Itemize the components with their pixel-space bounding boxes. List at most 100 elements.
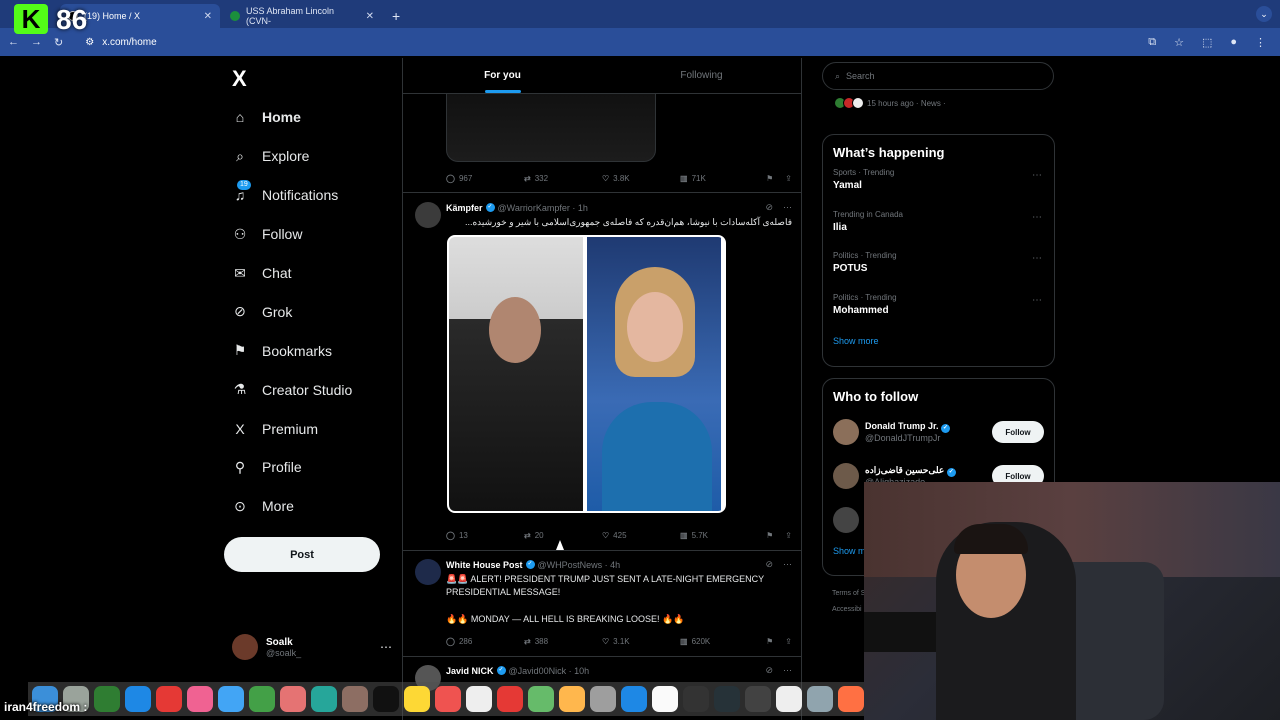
new-tab-button[interactable]: +	[384, 4, 408, 28]
views-button[interactable]: ▥ 71K	[680, 174, 760, 183]
music-icon[interactable]	[435, 686, 461, 712]
follow-button[interactable]: Follow	[992, 421, 1044, 443]
author-handle[interactable]: @WarriorKampfer · 1h	[498, 203, 588, 213]
news-item[interactable]: 15 hours ago · News ·	[834, 97, 946, 109]
avatar[interactable]	[415, 559, 441, 585]
utility-icon[interactable]	[807, 686, 833, 712]
avatar[interactable]	[833, 463, 859, 489]
sidebar-item-profile[interactable]: ⚲ Profile	[232, 448, 402, 487]
menu-kebab-icon[interactable]: ⋮	[1255, 36, 1266, 49]
app-store-icon[interactable]	[621, 686, 647, 712]
sidebar-item-notifications[interactable]: ♫ 19 Notifications	[232, 176, 402, 215]
reply-button[interactable]: ◯ 13	[446, 531, 524, 540]
notion-icon[interactable]	[652, 686, 678, 712]
apple-tv-icon[interactable]	[373, 686, 399, 712]
grok-icon[interactable]: ⊘	[765, 665, 773, 676]
search-input[interactable]: ⌕ Search	[822, 62, 1054, 90]
close-tab-icon[interactable]: ✕	[204, 11, 212, 22]
views-button[interactable]: ▥ 620K	[680, 637, 760, 646]
globe-app-icon[interactable]	[94, 686, 120, 712]
more-dots-icon[interactable]: ⋯	[783, 559, 792, 570]
mail-app-icon[interactable]	[218, 686, 244, 712]
like-button[interactable]: ♡ 3.8K	[602, 174, 680, 183]
author-handle[interactable]: @Javid00Nick · 10h	[509, 666, 590, 676]
previous-tweet-image[interactable]	[446, 94, 656, 162]
x-logo[interactable]: X	[232, 66, 247, 92]
views-button[interactable]: ▥ 5.7K	[680, 531, 760, 540]
show-more-link[interactable]: Show more	[823, 332, 1054, 350]
pages-icon[interactable]	[559, 686, 585, 712]
activity-monitor-icon[interactable]	[714, 686, 740, 712]
facetime-icon[interactable]	[249, 686, 275, 712]
more-dots-icon[interactable]: ⋯	[380, 640, 392, 654]
post-button[interactable]: Post	[224, 537, 380, 572]
share-icon[interactable]: ⇪	[785, 531, 792, 540]
chrome-icon[interactable]	[156, 686, 182, 712]
repost-button[interactable]: ⇄ 388	[524, 637, 602, 646]
tab-search-chevron-icon[interactable]: ⌄	[1256, 6, 1272, 22]
archive-icon[interactable]	[342, 686, 368, 712]
avatar[interactable]	[833, 419, 859, 445]
avatar[interactable]	[415, 202, 441, 228]
follow-suggestion[interactable]: Donald Trump Jr. ✓ @DonaldJTrumpJr Follow	[823, 410, 1054, 454]
sidebar-item-home[interactable]: ⌂ Home	[232, 98, 402, 137]
sidebar-item-grok[interactable]: ⊘ Grok	[232, 292, 402, 331]
more-dots-icon[interactable]: ⋯	[1032, 170, 1042, 181]
forward-arrow-icon[interactable]: →	[31, 36, 42, 48]
trend-item[interactable]: Trending in Canada Ilia ⋯	[823, 208, 1054, 250]
reply-button[interactable]: ◯ 967	[446, 174, 524, 183]
bookmark-icon[interactable]: ⚑	[766, 174, 773, 183]
author-name[interactable]: White House Post	[446, 560, 523, 570]
grok-icon[interactable]: ⊘	[765, 202, 773, 213]
sidebar-item-explore[interactable]: ⌕ Explore	[232, 137, 402, 176]
more-dots-icon[interactable]: ⋯	[783, 665, 792, 676]
safari-icon[interactable]	[125, 686, 151, 712]
author-name[interactable]: Kämpfer	[446, 203, 483, 213]
close-tab-icon[interactable]: ✕	[366, 11, 374, 22]
sidebar-item-premium[interactable]: X Premium	[232, 409, 402, 448]
profile-avatar-icon[interactable]: ●	[1230, 36, 1237, 49]
like-button[interactable]: ♡ 3.1K	[602, 637, 680, 646]
tab-for-you[interactable]: For you	[403, 58, 602, 93]
more-dots-icon[interactable]: ⋯	[1032, 212, 1042, 223]
settings-icon[interactable]	[590, 686, 616, 712]
calendar-31-icon[interactable]	[683, 686, 709, 712]
tweet-image[interactable]	[447, 235, 726, 513]
repost-button[interactable]: ⇄ 332	[524, 174, 602, 183]
news-icon[interactable]	[497, 686, 523, 712]
reply-button[interactable]: ◯ 286	[446, 637, 524, 646]
sidebar-item-chat[interactable]: ✉ Chat	[232, 254, 402, 293]
audio-mixer-icon[interactable]	[745, 686, 771, 712]
trend-item[interactable]: Politics · Trending Mohammed ⋯	[823, 291, 1054, 333]
fl-studio-icon[interactable]	[838, 686, 864, 712]
bookmark-icon[interactable]: ⚑	[766, 637, 773, 646]
like-button[interactable]: ♡ 425	[602, 531, 680, 540]
calendar-icon[interactable]	[466, 686, 492, 712]
star-icon[interactable]: ☆	[1174, 36, 1184, 49]
sidebar-item-bookmarks[interactable]: ⚑ Bookmarks	[232, 331, 402, 370]
notes-icon[interactable]	[404, 686, 430, 712]
share-icon[interactable]: ⇪	[785, 174, 792, 183]
bookmark-icon[interactable]: ⚑	[766, 531, 773, 540]
footer-link[interactable]: Accessibi	[832, 606, 862, 613]
sidebar-item-follow[interactable]: ⚇ Follow	[232, 215, 402, 254]
tweet[interactable]: Kämpfer ✓ @WarriorKampfer · 1h ⊘ ⋯ فاصله‌…	[403, 202, 801, 552]
share-icon[interactable]: ⇪	[785, 637, 792, 646]
extensions-icon[interactable]: ⬚	[1202, 36, 1212, 49]
numbers-icon[interactable]	[528, 686, 554, 712]
more-dots-icon[interactable]: ⋯	[783, 202, 792, 213]
author-name[interactable]: Javid NICK	[446, 666, 494, 676]
site-info-icon[interactable]: ⚙	[85, 37, 94, 48]
calendar-app-icon[interactable]	[280, 686, 306, 712]
footer-link[interactable]: Terms of S	[832, 590, 865, 597]
hexagon-app-icon[interactable]	[776, 686, 802, 712]
author-handle[interactable]: @WHPostNews · 4h	[538, 560, 621, 570]
trend-item[interactable]: Politics · Trending POTUS ⋯	[823, 249, 1054, 291]
trend-item[interactable]: Sports · Trending Yamal ⋯	[823, 166, 1054, 208]
url-field[interactable]: ⚙ x.com/home	[75, 32, 1136, 52]
sidebar-item-creator-studio[interactable]: ⚗ Creator Studio	[232, 370, 402, 409]
tab-following[interactable]: Following	[602, 58, 801, 93]
back-arrow-icon[interactable]: ←	[8, 36, 19, 48]
more-dots-icon[interactable]: ⋯	[1032, 253, 1042, 264]
browser-tab-uss[interactable]: USS Abraham Lincoln (CVN- ✕	[222, 4, 382, 28]
